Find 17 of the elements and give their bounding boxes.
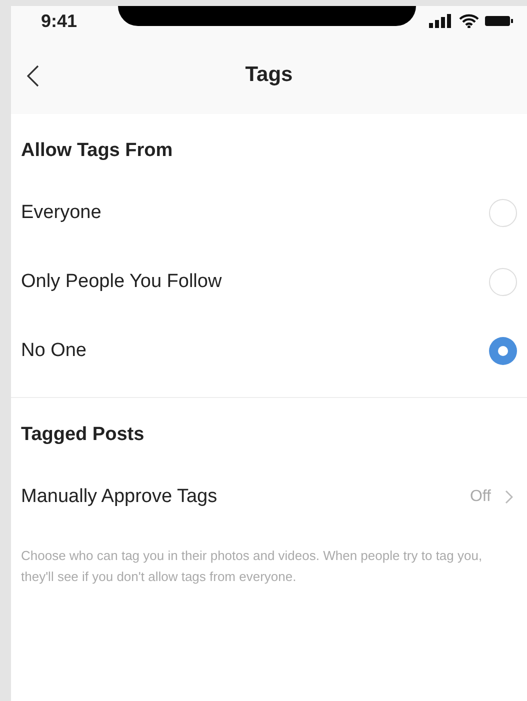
settings-row[interactable]: Manually Approve Tags Off	[11, 462, 527, 531]
option-row[interactable]: Only People You Follow	[11, 247, 527, 316]
option-row[interactable]: Everyone	[11, 178, 527, 247]
section-heading: Allow Tags From	[21, 140, 173, 162]
radio-button[interactable]	[489, 336, 517, 364]
section-heading: Tagged Posts	[21, 424, 144, 446]
radio-button[interactable]	[489, 268, 517, 296]
back-button[interactable]	[25, 63, 41, 89]
radio-button[interactable]	[489, 198, 517, 226]
chevron-icon	[505, 490, 513, 504]
option-row[interactable]: No One	[11, 316, 527, 385]
signal-icon	[429, 14, 453, 28]
page-title: Tags	[245, 63, 293, 87]
help-text: Choose who can tag you in their photos and videos. When people try to tag you, they'll see if you don't allow tags from everyone.	[21, 547, 484, 586]
battery-icon	[485, 15, 513, 27]
wifi-icon	[459, 14, 479, 28]
status-time: 9:41	[41, 10, 78, 32]
